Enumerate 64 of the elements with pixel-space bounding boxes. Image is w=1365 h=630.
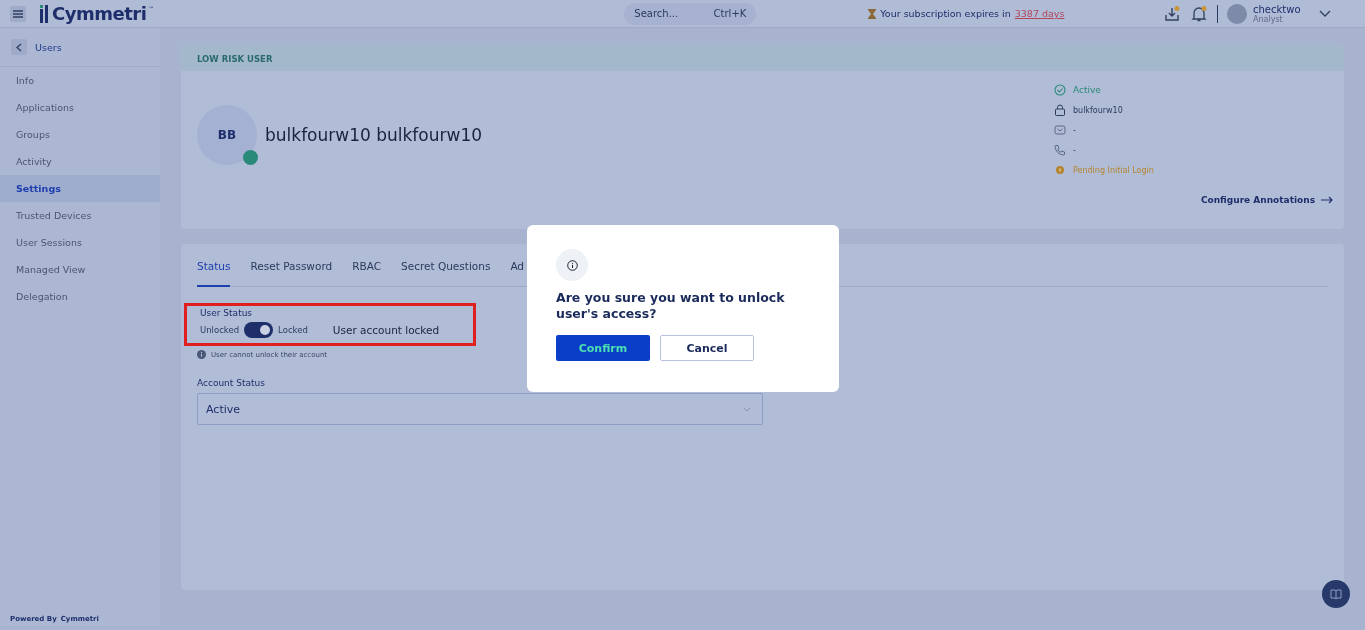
subscription-link[interactable]: 3387 days [1014, 8, 1065, 19]
envelope-icon [1054, 124, 1066, 136]
tab[interactable]: Status [197, 258, 231, 287]
status-message: User account locked [332, 324, 440, 336]
confirm-button[interactable]: Confirm [556, 335, 650, 361]
info-icon [1054, 164, 1066, 176]
menu-button[interactable] [10, 5, 26, 22]
info-icon [566, 259, 578, 271]
chevron-down-icon [743, 406, 751, 412]
tab[interactable]: Reset Password [250, 258, 333, 287]
lock-icon [1054, 104, 1066, 116]
subscription-text: Your subscription expires in [880, 8, 1011, 19]
download-icon [1164, 5, 1180, 22]
bell-icon [1191, 5, 1207, 22]
dialog-question: Are you sure you want to unlock user's access? [556, 290, 786, 322]
tab[interactable]: Secret Questions [401, 258, 491, 287]
tab[interactable]: RBAC [352, 258, 382, 287]
profile-menu[interactable]: checktwo Analyst [1227, 3, 1331, 24]
sidebar-item[interactable]: Managed View [0, 256, 160, 283]
user-full-name: bulkfourw10 bulkfourw10 [265, 125, 483, 145]
toggle-label: Locked [278, 325, 308, 335]
sidebar-item[interactable]: Delegation [0, 283, 160, 310]
detail-text: bulkfourw10 [1073, 105, 1123, 115]
user-name: checktwo [1253, 3, 1302, 15]
detail-text: Active [1073, 85, 1101, 95]
account-status-dropdown[interactable]: Active [197, 393, 763, 425]
shortcut-hint: Ctrl+K [713, 7, 747, 19]
avatar [1227, 3, 1247, 24]
sidebar-item[interactable]: Groups [0, 121, 160, 148]
chevron-left-icon [16, 42, 22, 52]
risk-banner: LOW RISK USER [181, 45, 1344, 71]
menu-icon [13, 9, 23, 18]
lock-toggle[interactable] [244, 322, 274, 338]
book-icon [1330, 589, 1342, 599]
back-label: Users [35, 41, 62, 53]
hourglass-icon [868, 8, 877, 19]
check-circle-icon [1054, 84, 1066, 96]
notifications-button[interactable] [1190, 4, 1208, 23]
configure-annotations-link[interactable]: Configure Annotations [1200, 195, 1333, 205]
back-button[interactable] [11, 39, 27, 55]
logo-mark-icon [40, 4, 50, 23]
field-label: User Status [200, 308, 254, 318]
user-role: Analyst [1253, 14, 1284, 24]
download-button[interactable] [1163, 4, 1181, 23]
logo-text: Cymmetri [52, 3, 147, 24]
detail-text: Pending Initial Login [1073, 165, 1154, 175]
toggle-label: Unlocked [200, 325, 240, 335]
phone-icon [1054, 144, 1066, 156]
sidebar-item[interactable]: Activity [0, 148, 160, 175]
help-button[interactable] [1322, 580, 1350, 608]
detail-text: - [1073, 145, 1076, 155]
tab[interactable]: Ad [510, 258, 525, 287]
sidebar-item[interactable]: Settings [0, 175, 160, 202]
cancel-button[interactable]: Cancel [660, 335, 754, 361]
info-icon [197, 350, 206, 359]
sidebar-item[interactable]: Info [0, 67, 160, 94]
sidebar-item[interactable]: Applications [0, 94, 160, 121]
arrow-right-icon [1321, 196, 1333, 204]
sidebar-item[interactable]: User Sessions [0, 229, 160, 256]
field-label: Account Status [197, 378, 266, 388]
sidebar-item[interactable]: Trusted Devices [0, 202, 160, 229]
avatar: BB [197, 105, 257, 165]
detail-text: - [1073, 125, 1076, 135]
chevron-down-icon [1319, 9, 1331, 18]
